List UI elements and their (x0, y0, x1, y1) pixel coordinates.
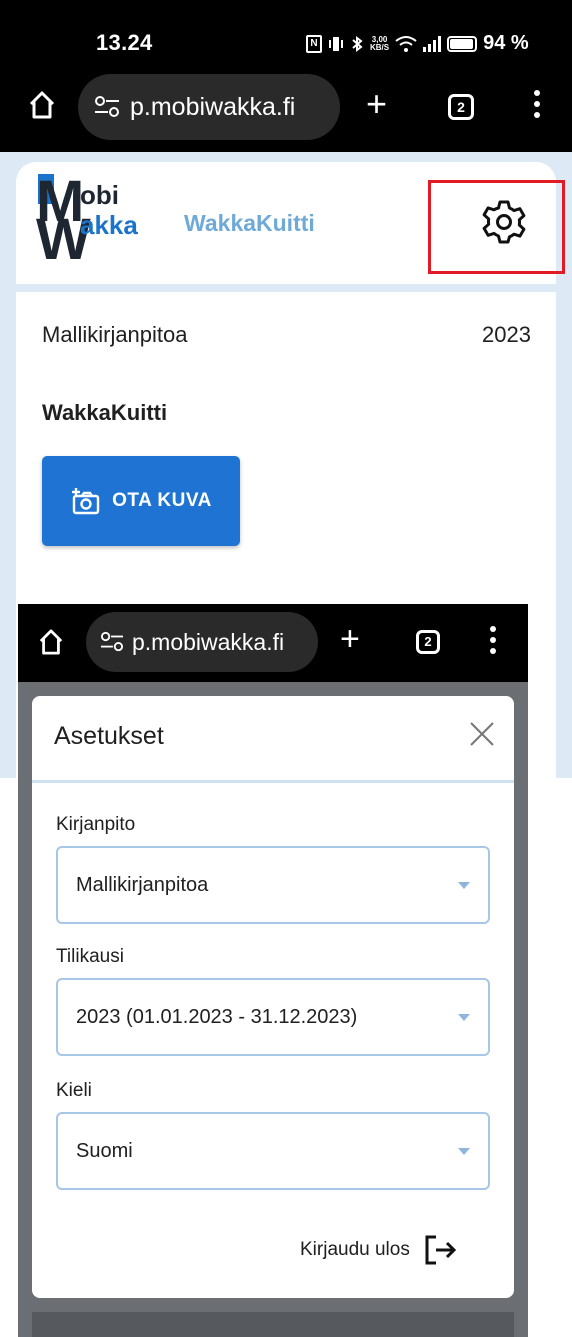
logout-label: Kirjaudu ulos (300, 1239, 410, 1260)
logo-obi: obi (80, 180, 119, 210)
home-icon[interactable] (38, 628, 64, 656)
chevron-down-icon (458, 882, 470, 889)
tab-switcher-button[interactable]: 2 (416, 630, 440, 654)
browser-toolbar: p.mobiwakka.fi + 2 (0, 64, 572, 152)
bookkeeping-select[interactable]: Mallikirjanpitoa (56, 846, 490, 924)
chevron-down-icon (458, 1014, 470, 1021)
tab-switcher-button[interactable]: 2 (448, 94, 474, 120)
settings-highlight-box (428, 180, 565, 274)
organization-name: Mallikirjanpitoa (42, 322, 188, 347)
language-value: Suomi (76, 1140, 133, 1162)
settings-screen: p.mobiwakka.fi + 2 Asetukset Kirjanpito … (18, 604, 528, 1337)
signal-icon (423, 35, 442, 52)
bluetooth-icon (352, 35, 363, 52)
fiscal-year: 2023 (482, 322, 531, 347)
take-photo-button[interactable]: OTA KUVA (42, 456, 240, 546)
nfc-icon: N (306, 34, 322, 53)
add-photo-icon (72, 488, 100, 515)
mobiwakka-logo: M W obi akka (36, 173, 146, 269)
fiscal-period-value: 2023 (01.01.2023 - 31.12.2023) (76, 1006, 358, 1028)
dialog-divider (32, 780, 514, 783)
battery-level: 94 % (483, 32, 529, 54)
section-title: WakkaKuitti (42, 400, 168, 425)
site-settings-icon[interactable] (100, 631, 124, 653)
new-tab-icon[interactable]: + (366, 86, 387, 122)
new-tab-icon[interactable]: + (340, 622, 360, 656)
logout-icon (425, 1235, 456, 1265)
close-icon[interactable] (468, 720, 496, 748)
language-select[interactable]: Suomi (56, 1112, 490, 1190)
chevron-down-icon (458, 1148, 470, 1155)
status-time: 13.24 (96, 30, 153, 55)
address-bar[interactable]: p.mobiwakka.fi (86, 612, 318, 672)
url-text: p.mobiwakka.fi (130, 92, 296, 121)
dialog-title: Asetukset (54, 722, 164, 750)
bookkeeping-value: Mallikirjanpitoa (76, 874, 209, 896)
network-speed: 3,00 KB/S (370, 35, 390, 52)
settings-dialog: Asetukset Kirjanpito Mallikirjanpitoa Ti… (32, 696, 514, 1298)
url-text: p.mobiwakka.fi (132, 628, 285, 655)
app-title: WakkaKuitti (184, 210, 315, 236)
site-settings-icon[interactable] (94, 95, 120, 119)
status-icons: N 3,00 KB/S 94 % (306, 32, 529, 55)
logout-button[interactable]: Kirjaudu ulos (300, 1234, 458, 1266)
page-backdrop (32, 1312, 514, 1337)
language-label: Kieli (56, 1080, 92, 1101)
browser-toolbar: p.mobiwakka.fi + 2 (18, 604, 528, 682)
take-photo-label: OTA KUVA (112, 490, 212, 511)
fiscal-period-select[interactable]: 2023 (01.01.2023 - 31.12.2023) (56, 978, 490, 1056)
vibrate-icon (329, 36, 343, 51)
more-menu-icon[interactable] (490, 626, 496, 659)
logo-akka: akka (80, 210, 138, 240)
speed-unit: KB/S (370, 42, 390, 52)
bookkeeping-label: Kirjanpito (56, 814, 136, 835)
fiscal-period-label: Tilikausi (56, 946, 124, 967)
more-menu-icon[interactable] (534, 90, 540, 123)
wifi-icon (395, 35, 417, 52)
address-bar[interactable]: p.mobiwakka.fi (78, 74, 340, 140)
home-icon[interactable] (28, 90, 56, 120)
battery-icon (447, 35, 478, 52)
